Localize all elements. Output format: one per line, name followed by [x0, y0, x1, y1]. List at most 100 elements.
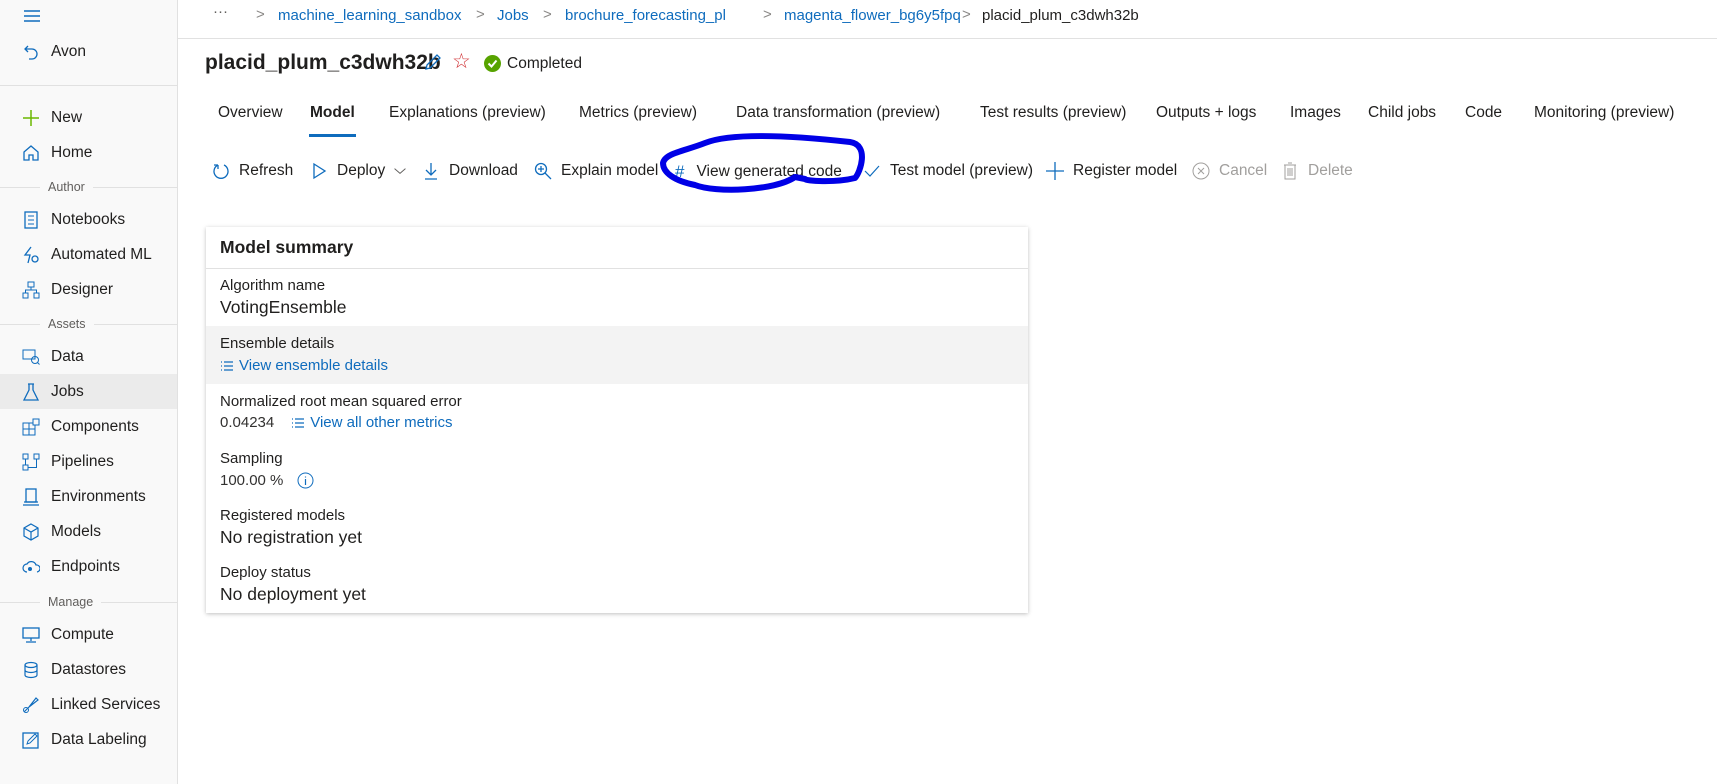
tab-explanations[interactable]: Explanations (preview)	[389, 104, 546, 122]
back-arrow-icon	[24, 45, 38, 60]
play-icon	[313, 162, 327, 180]
ensemble-label: Ensemble details	[220, 335, 335, 352]
list-icon	[292, 417, 305, 428]
sidebar-item-label: Environments	[51, 487, 146, 505]
delete-button[interactable]: Delete	[1281, 162, 1353, 180]
sidebar-item-label: Designer	[51, 280, 114, 298]
tab-metrics[interactable]: Metrics (preview)	[579, 104, 697, 122]
algorithm-value: VotingEnsemble	[220, 297, 347, 317]
sidebar-item-label: Linked Services	[51, 695, 161, 713]
nrmse-label: Normalized root mean squared error	[220, 393, 462, 410]
refresh-label: Refresh	[239, 162, 294, 179]
status-badge: Completed	[507, 55, 582, 72]
test-model-button[interactable]: Test model (preview)	[863, 162, 1033, 180]
active-tab-indicator	[309, 134, 356, 137]
cancel-button[interactable]: Cancel	[1192, 162, 1267, 180]
data-icon	[22, 349, 40, 365]
sidebar-item-label: Data	[51, 347, 84, 365]
sidebar-item-label: Pipelines	[51, 452, 114, 470]
sidebar-back-avon[interactable]: Avon	[0, 34, 177, 69]
components-icon	[22, 418, 40, 435]
download-icon	[425, 163, 437, 180]
download-button[interactable]: Download	[422, 162, 518, 180]
register-model-button[interactable]: Register model	[1046, 162, 1177, 180]
tab-code[interactable]: Code	[1465, 104, 1502, 122]
tab-data-transformation[interactable]: Data transformation (preview)	[736, 104, 940, 122]
deploy-button[interactable]: Deploy	[310, 162, 416, 180]
designer-icon	[22, 281, 40, 298]
sidebar-item-data[interactable]: Data	[0, 339, 177, 374]
tab-outputs-logs[interactable]: Outputs + logs	[1156, 104, 1256, 122]
cancel-label: Cancel	[1219, 162, 1268, 179]
register-label: Register model	[1073, 162, 1178, 179]
sidebar-item-linked-services[interactable]: Linked Services	[0, 687, 177, 722]
favorite-star-icon[interactable]: ☆	[452, 49, 471, 74]
view-ensemble-details-link[interactable]: View ensemble details	[220, 357, 388, 374]
sidebar-item-notebooks[interactable]: Notebooks	[0, 202, 177, 237]
trash-icon	[1284, 162, 1296, 180]
sidebar-item-designer[interactable]: Designer	[0, 272, 177, 307]
explain-model-button[interactable]: Explain model	[534, 162, 658, 180]
sidebar-item-label: Home	[51, 143, 93, 161]
monitor-icon	[22, 626, 40, 643]
breadcrumb-workspace[interactable]: machine_learning_sandbox	[278, 7, 461, 24]
tab-child-jobs[interactable]: Child jobs	[1368, 104, 1436, 122]
plus-icon	[23, 109, 39, 126]
sampling-value: 100.00 %	[220, 472, 284, 489]
explain-label: Explain model	[561, 162, 659, 179]
zoom-in-icon	[534, 162, 552, 180]
refresh-button[interactable]: Refresh	[212, 162, 293, 180]
hamburger-menu-icon[interactable]	[22, 8, 42, 28]
sidebar-item-endpoints[interactable]: Endpoints	[0, 549, 177, 584]
sidebar-item-home[interactable]: Home	[0, 135, 177, 170]
sidebar-item-label: Endpoints	[51, 557, 120, 575]
breadcrumb-experiment[interactable]: brochure_forecasting_pl	[565, 7, 726, 24]
section-author: Author	[48, 180, 85, 194]
sidebar-item-label: Components	[51, 417, 139, 435]
sidebar-item-environments[interactable]: Environments	[0, 479, 177, 514]
tab-overview[interactable]: Overview	[218, 104, 283, 122]
environment-icon	[23, 487, 39, 506]
model-summary-card: Model summary Algorithm name VotingEnsem…	[206, 227, 1028, 613]
tab-test-results[interactable]: Test results (preview)	[980, 104, 1126, 122]
ensemble-link-label: View ensemble details	[239, 357, 388, 374]
edit-pencil-icon[interactable]	[423, 52, 443, 76]
breadcrumb-jobs[interactable]: Jobs	[497, 7, 529, 24]
sidebar: Avon New Home Author Notebooks Automated …	[0, 0, 178, 784]
sidebar-item-compute[interactable]: Compute	[0, 617, 177, 652]
sidebar-item-label: Datastores	[51, 660, 126, 678]
sidebar-item-jobs[interactable]: Jobs	[0, 374, 177, 409]
cube-icon	[23, 522, 39, 541]
tab-images[interactable]: Images	[1290, 104, 1341, 122]
sidebar-item-pipelines[interactable]: Pipelines	[0, 444, 177, 479]
info-icon[interactable]	[297, 472, 314, 489]
sidebar-item-label: Jobs	[51, 382, 84, 400]
sidebar-item-datastores[interactable]: Datastores	[0, 652, 177, 687]
breadcrumb-more-button[interactable]: ···	[213, 3, 228, 20]
view-all-metrics-link[interactable]: View all other metrics	[291, 414, 453, 431]
page-title: placid_plum_c3dwh32b	[205, 51, 441, 74]
breadcrumb-current: placid_plum_c3dwh32b	[982, 7, 1139, 24]
registered-label: Registered models	[220, 507, 346, 524]
edit-box-icon	[22, 731, 39, 749]
sidebar-item-label: New	[51, 108, 83, 126]
metrics-link-label: View all other metrics	[310, 414, 453, 431]
sidebar-item-automated-ml[interactable]: Automated ML	[0, 237, 177, 272]
database-icon	[24, 661, 38, 678]
cancel-circle-icon	[1192, 162, 1210, 180]
download-label: Download	[449, 162, 518, 179]
home-icon	[23, 144, 39, 161]
sidebar-item-label: Notebooks	[51, 210, 126, 228]
tab-monitoring[interactable]: Monitoring (preview)	[1534, 104, 1674, 122]
sidebar-item-label: Avon	[51, 42, 87, 60]
section-manage: Manage	[48, 595, 94, 609]
sidebar-item-label: Models	[51, 522, 101, 540]
delete-label: Delete	[1308, 162, 1353, 179]
sidebar-item-components[interactable]: Components	[0, 409, 177, 444]
breadcrumb-parent-job[interactable]: magenta_flower_bg6y5fpq	[784, 7, 961, 24]
sidebar-item-data-labeling[interactable]: Data Labeling	[0, 722, 177, 757]
completed-check-icon	[484, 55, 501, 72]
sidebar-item-models[interactable]: Models	[0, 514, 177, 549]
sidebar-item-new[interactable]: New	[0, 100, 177, 135]
tab-model[interactable]: Model	[310, 104, 355, 122]
